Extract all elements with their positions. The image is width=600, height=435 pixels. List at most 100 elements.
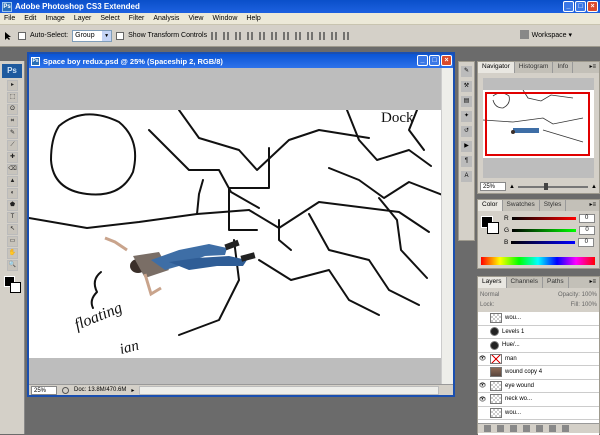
menu-item-help[interactable]: Help [246,15,260,22]
tab-color[interactable]: Color [478,200,503,211]
show-transform-checkbox[interactable] [116,31,125,40]
navigator-view-box[interactable] [485,92,590,156]
tool-button-1[interactable]: ⬚ [7,92,18,103]
tab-layers[interactable]: Layers [478,277,507,288]
canvas-area[interactable]: floating ian Dock [29,68,445,384]
zoom-in-icon[interactable]: ▲ [591,184,597,190]
auto-select-checkbox[interactable] [18,31,26,40]
menu-item-filter[interactable]: Filter [129,15,145,22]
brushes-panel-icon[interactable]: ✎ [461,66,472,77]
new-layer-icon[interactable] [549,425,556,432]
tool-button-8[interactable]: ▲ [7,176,18,187]
tool-button-9[interactable]: ◐ [7,188,18,199]
fill-value[interactable]: 100% [582,302,597,308]
doc-size-info[interactable]: Doc: 13.8M/470.6M [74,387,126,393]
menu-item-select[interactable]: Select [100,15,119,22]
workspace-switcher[interactable]: Workspace ▾ [519,30,572,39]
adjustment-icon[interactable] [523,425,530,432]
horizontal-scrollbar[interactable] [139,385,439,395]
tool-button-12[interactable]: ↖ [7,224,18,235]
channel-slider[interactable] [511,216,576,220]
navigator-zoom-slider[interactable] [517,182,588,190]
layer-comps-icon[interactable]: ▤ [461,96,472,107]
tool-button-6[interactable]: ✚ [7,152,18,163]
layer-row[interactable]: wou... [478,407,599,420]
menu-item-layer[interactable]: Layer [74,15,92,22]
color-swatches[interactable] [4,276,24,294]
navigator-zoom-field[interactable]: 25% [480,182,506,191]
menu-item-analysis[interactable]: Analysis [153,15,179,22]
tool-button-11[interactable]: T [7,212,18,223]
layer-row[interactable]: wou... [478,312,599,326]
layer-row[interactable]: 👁 eye wound [478,380,599,393]
tab-channels[interactable]: Channels [507,277,543,288]
paragraph-icon[interactable]: ¶ [461,156,472,167]
auto-select-dropdown[interactable]: Group ▼ [72,29,113,42]
minimize-button[interactable]: _ [563,1,574,12]
fx-icon[interactable] [497,425,504,432]
menu-item-edit[interactable]: Edit [24,15,36,22]
mask-icon[interactable] [510,425,517,432]
color-spectrum-bar[interactable] [481,257,595,265]
history-icon[interactable]: ↺ [461,126,472,137]
tab-histogram[interactable]: Histogram [515,62,554,73]
doc-maximize-button[interactable]: □ [429,55,440,66]
tool-button-5[interactable]: ⟋ [7,140,18,151]
tool-button-15[interactable]: 🔍 [7,260,18,271]
tool-presets-icon[interactable]: ⚒ [461,81,472,92]
distribute-vcenter-icon[interactable] [295,31,304,40]
eye-icon[interactable]: 👁 [478,382,487,389]
zoom-field[interactable]: 25% [31,385,57,395]
tool-button-0[interactable]: ▸ [7,80,18,91]
eye-icon[interactable]: 👁 [478,396,487,403]
tool-button-14[interactable]: ✋ [7,248,18,259]
navigator-thumbnail[interactable] [482,78,594,178]
eye-icon[interactable]: 👁 [478,355,487,362]
menu-item-file[interactable]: File [4,15,15,22]
align-vcenter-icon[interactable] [223,31,232,40]
tool-button-13[interactable]: ▭ [7,236,18,247]
layer-row[interactable]: Levels 1 [478,326,599,339]
opacity-value[interactable]: 100% [582,292,597,298]
background-color-swatch[interactable] [10,282,21,293]
channel-slider[interactable] [512,228,577,232]
layer-row[interactable]: wound copy 4 [478,366,599,380]
channel-value-field[interactable]: 0 [578,213,595,223]
close-button[interactable]: × [587,1,598,12]
tab-styles[interactable]: Styles [540,200,567,211]
layers-list[interactable]: wou... Levels 1 Hue/... 👁 man wound copy 4 👁 ey… [478,312,599,435]
canvas[interactable]: floating ian Dock [29,109,445,358]
character-icon[interactable]: A [461,171,472,182]
align-right-icon[interactable] [271,31,280,40]
menu-item-view[interactable]: View [188,15,203,22]
status-arrow-icon[interactable]: ▸ [131,387,134,394]
distribute-left-icon[interactable] [319,31,328,40]
channel-slider[interactable] [511,240,576,244]
blend-mode-dropdown[interactable]: Normal [480,292,499,298]
clone-source-icon[interactable]: ✦ [461,111,472,122]
tool-button-3[interactable]: ⌗ [7,116,18,127]
tab-navigator[interactable]: Navigator [478,62,515,73]
tab-info[interactable]: Info [553,62,574,73]
group-icon[interactable] [536,425,543,432]
panel-menu-icon[interactable]: ▸≡ [589,201,596,208]
distribute-bottom-icon[interactable] [307,31,316,40]
menu-item-window[interactable]: Window [212,15,237,22]
trash-icon[interactable] [562,425,569,432]
channel-value-field[interactable]: 0 [579,225,596,235]
status-info-icon[interactable] [62,386,69,394]
color-background-swatch[interactable] [487,222,499,234]
align-hcenter-icon[interactable] [259,31,268,40]
maximize-button[interactable]: □ [575,1,586,12]
layer-row[interactable]: Hue/... [478,339,599,353]
tab-paths[interactable]: Paths [543,277,569,288]
doc-minimize-button[interactable]: _ [417,55,428,66]
panel-menu-icon[interactable]: ▸≡ [589,278,596,285]
tab-swatches[interactable]: Swatches [503,200,540,211]
tool-button-2[interactable]: ʘ [7,104,18,115]
align-bottom-icon[interactable] [235,31,244,40]
distribute-hcenter-icon[interactable] [331,31,340,40]
align-top-icon[interactable] [211,31,220,40]
actions-icon[interactable]: ▶ [461,141,472,152]
slider-knob[interactable] [543,182,548,190]
